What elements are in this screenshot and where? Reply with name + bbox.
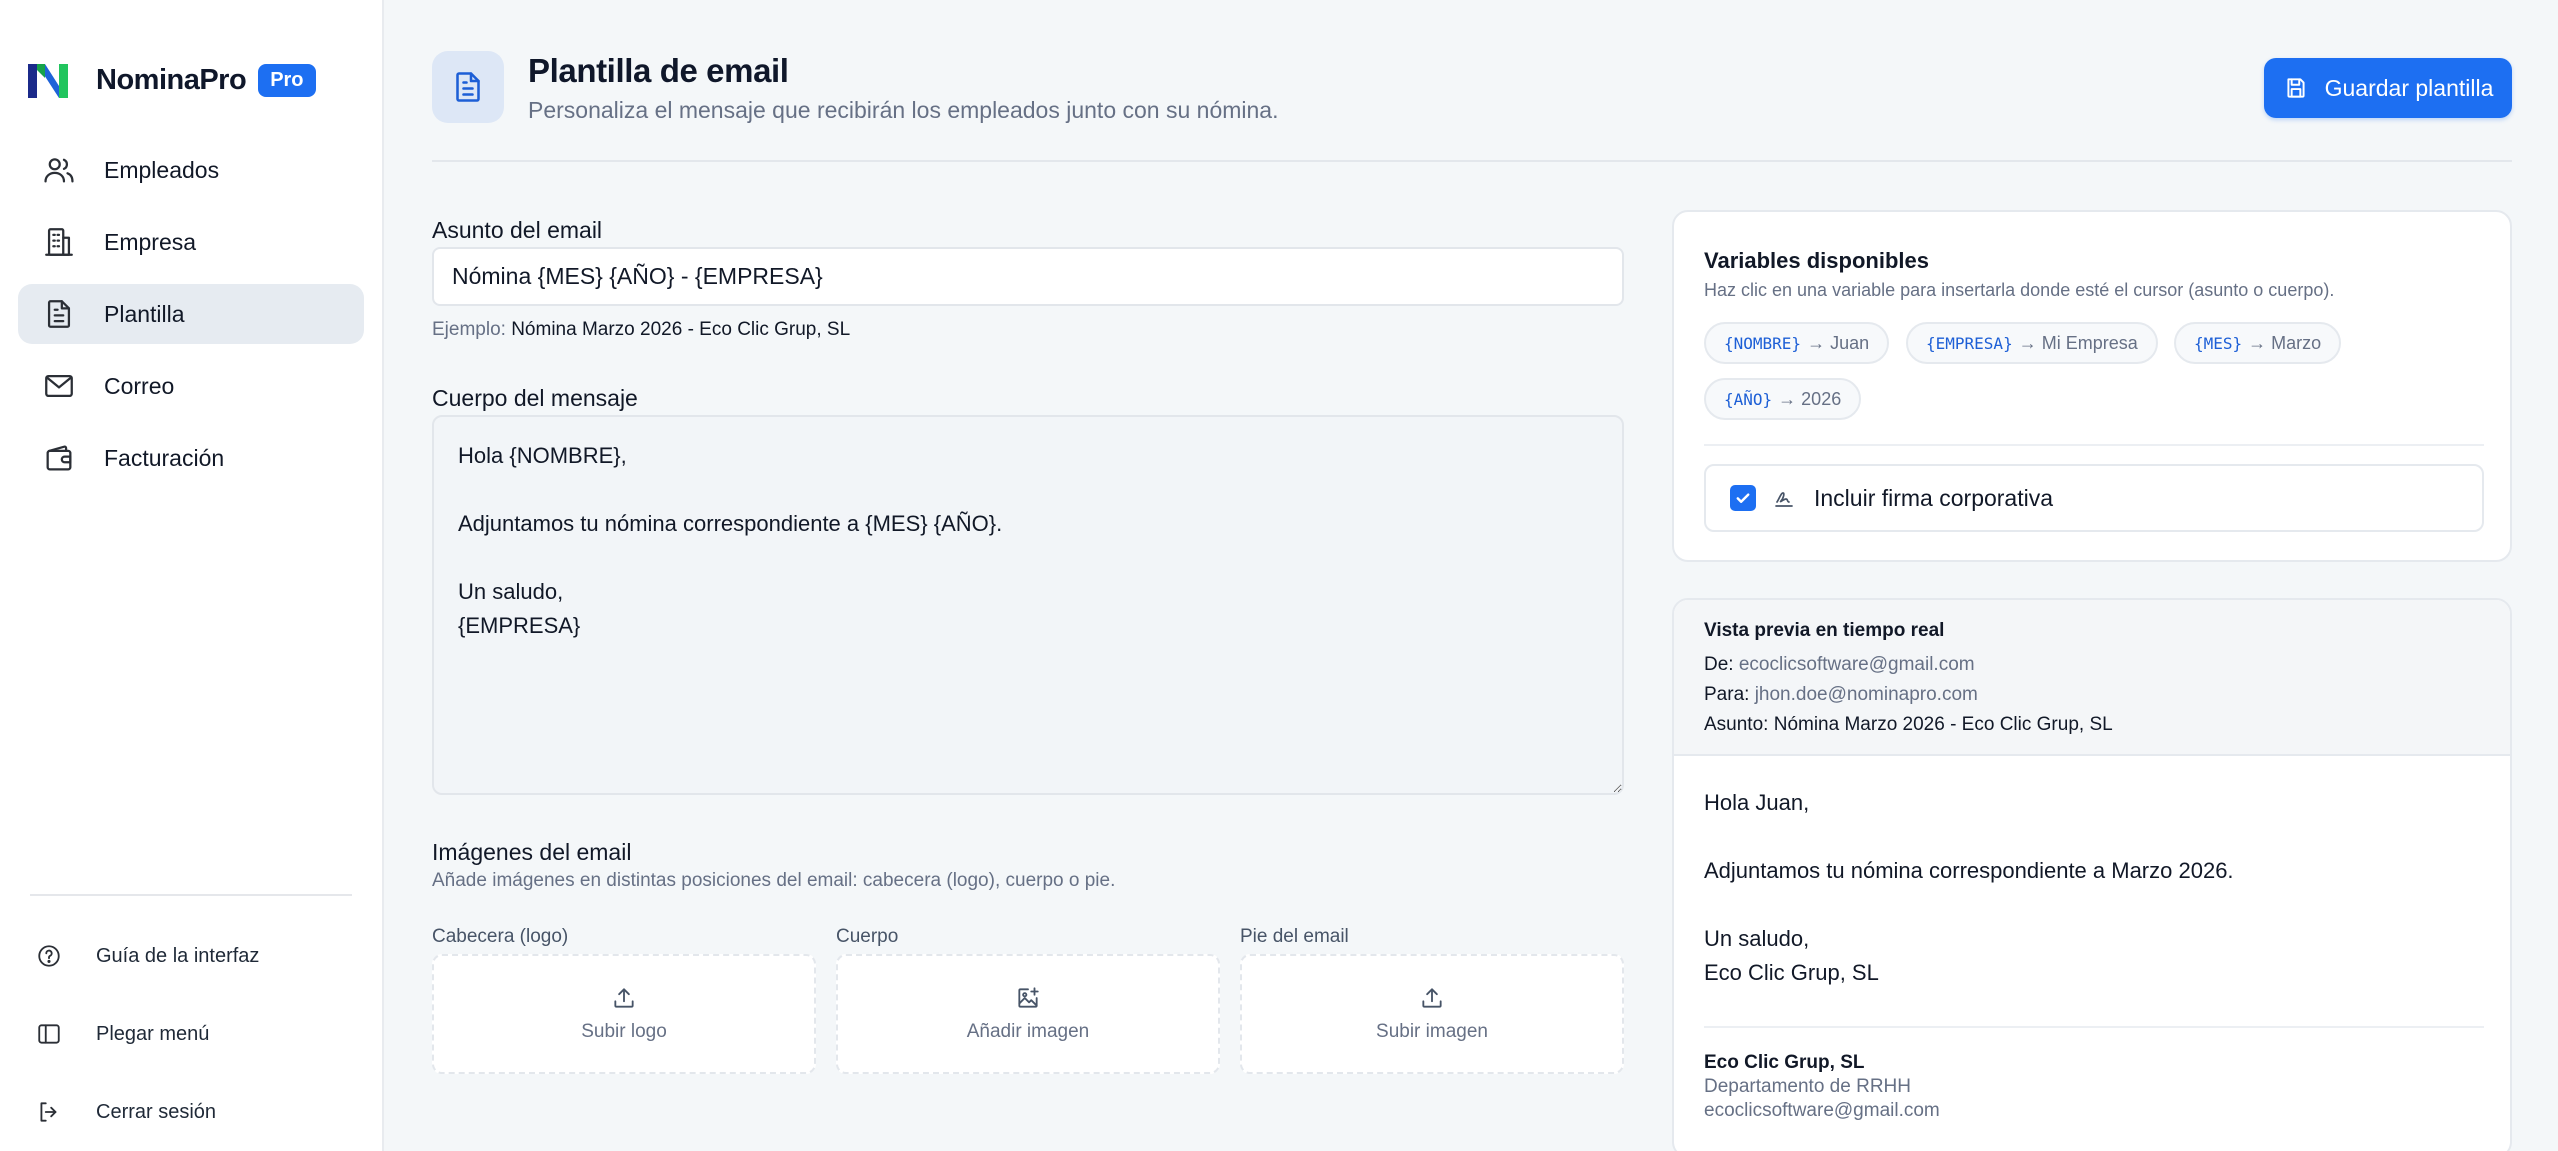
from-label: De: xyxy=(1704,654,1734,675)
brand[interactable]: NominaPro Pro xyxy=(28,56,316,104)
preview-subject: Asunto: Nómina Marzo 2026 - Eco Clic Gru… xyxy=(1704,714,2113,736)
slot-label-header: Cabecera (logo) xyxy=(432,926,569,947)
live-preview-card: Vista previa en tiempo real De: ecoclics… xyxy=(1672,598,2512,1151)
image-plus-icon xyxy=(1018,987,1039,1008)
slot-label-body: Cuerpo xyxy=(836,926,899,947)
logout-icon xyxy=(40,1102,57,1122)
to-label: Para: xyxy=(1704,684,1750,705)
users-icon xyxy=(44,158,74,183)
wallet-icon xyxy=(46,445,72,471)
variables-divider xyxy=(1704,444,2484,446)
sidebar-footer-label: Plegar menú xyxy=(96,1022,210,1045)
variable-example: → Marzo xyxy=(2248,332,2322,353)
images-subtitle: Añade imágenes en distintas posiciones d… xyxy=(432,870,1116,891)
preview-title: Vista previa en tiempo real xyxy=(1704,620,1945,641)
variable-chip-ano[interactable]: {AÑO} → 2026 xyxy=(1704,378,1862,420)
preview-header: Vista previa en tiempo real De: ecoclics… xyxy=(1674,600,2510,756)
signature-checkbox[interactable] xyxy=(1730,485,1756,511)
slot-label-footer: Pie del email xyxy=(1240,926,1349,947)
sidebar-divider xyxy=(30,894,352,896)
sidebar-item-plantilla[interactable]: Plantilla xyxy=(18,284,364,344)
example-value: Nómina Marzo 2026 - Eco Clic Grup, SL xyxy=(511,319,851,340)
upload-icon xyxy=(1422,988,1442,1008)
save-icon xyxy=(2287,78,2305,98)
sidebar-item-correo[interactable]: Correo xyxy=(18,356,364,416)
to-value: jhon.doe@nominapro.com xyxy=(1754,684,1978,705)
variable-example: → Mi Empresa xyxy=(2018,332,2138,353)
header-divider xyxy=(432,160,2512,162)
sidebar-item-label: Plantilla xyxy=(104,300,185,327)
preview-divider xyxy=(1704,1026,2484,1028)
page-subtitle: Personaliza el mensaje que recibirán los… xyxy=(528,97,1279,123)
check-icon xyxy=(1736,493,1750,503)
body-label: Cuerpo del mensaje xyxy=(432,385,638,411)
upload-footer-image-dropzone[interactable]: Subir imagen xyxy=(1240,954,1624,1074)
save-template-button[interactable]: Guardar plantilla xyxy=(2264,58,2512,118)
signature-icon xyxy=(1775,492,1793,507)
variables-subtitle: Haz clic en una variable para insertarla… xyxy=(1704,280,2335,300)
variable-code: {MES} xyxy=(2194,333,2243,353)
variable-example: → 2026 xyxy=(1778,388,1842,409)
sidebar-panel-icon xyxy=(38,1024,60,1044)
subject-example: Ejemplo: Nómina Marzo 2026 - Eco Clic Gr… xyxy=(432,319,850,341)
subject-input[interactable] xyxy=(432,247,1624,306)
preview-signature-email: ecoclicsoftware@gmail.com xyxy=(1704,1100,1940,1121)
slot-action: Subir imagen xyxy=(1376,1021,1488,1042)
sidebar-item-label: Empresa xyxy=(104,228,197,255)
collapse-menu-button[interactable]: Plegar menú xyxy=(36,1014,356,1054)
subject-preview-value: Nómina Marzo 2026 - Eco Clic Grup, SL xyxy=(1773,714,2113,735)
file-text-icon xyxy=(456,72,480,102)
sidebar-footer-label: Guía de la interfaz xyxy=(96,944,260,967)
upload-icon xyxy=(614,988,634,1008)
upload-logo-dropzone[interactable]: Subir logo xyxy=(432,954,816,1074)
variables-title: Variables disponibles xyxy=(1704,248,1929,273)
sidebar-footer-label: Cerrar sesión xyxy=(96,1100,217,1123)
sidebar-item-label: Correo xyxy=(104,372,175,399)
add-body-image-dropzone[interactable]: Añadir imagen xyxy=(836,954,1220,1074)
message-body-textarea[interactable]: Hola {NOMBRE}, Adjuntamos tu nómina corr… xyxy=(432,415,1624,795)
sidebar-item-label: Empleados xyxy=(104,156,220,183)
preview-body: Hola Juan, Adjuntamos tu nómina correspo… xyxy=(1704,790,2234,985)
variable-chip-empresa[interactable]: {EMPRESA} → Mi Empresa xyxy=(1906,322,2158,364)
slot-action: Subir logo xyxy=(581,1021,667,1042)
slot-action: Añadir imagen xyxy=(966,1021,1090,1042)
variable-code: {EMPRESA} xyxy=(1926,333,2013,353)
include-signature-toggle[interactable]: Incluir firma corporativa xyxy=(1704,464,2484,532)
images-title: Imágenes del email xyxy=(432,839,632,865)
subject-label: Asunto del email xyxy=(432,217,603,243)
variable-chip-nombre[interactable]: {NOMBRE} → Juan xyxy=(1704,322,1890,364)
interface-guide-link[interactable]: Guía de la interfaz xyxy=(36,936,356,976)
subject-preview-label: Asunto: xyxy=(1704,714,1769,735)
mail-icon xyxy=(45,374,73,398)
preview-signature-dept: Departamento de RRHH xyxy=(1704,1076,1911,1097)
sidebar-item-facturacion[interactable]: Facturación xyxy=(18,428,364,488)
variable-code: {NOMBRE} xyxy=(1724,333,1802,353)
sidebar-nav: Empleados Empresa Plantilla Correo Factu… xyxy=(18,140,364,500)
plan-badge: Pro xyxy=(258,63,316,97)
preview-from: De: ecoclicsoftware@gmail.com xyxy=(1704,654,1975,676)
variable-code: {AÑO} xyxy=(1724,389,1773,409)
example-prefix: Ejemplo: xyxy=(432,319,506,340)
page-title: Plantilla de email xyxy=(528,52,789,89)
building-icon xyxy=(45,228,73,256)
help-circle-icon xyxy=(38,945,60,967)
brand-name: NominaPro xyxy=(96,63,247,96)
variables-card: Variables disponibles Haz clic en una va… xyxy=(1672,210,2512,562)
sidebar-item-empresa[interactable]: Empresa xyxy=(18,212,364,272)
sidebar-item-label: Facturación xyxy=(104,444,225,471)
signature-label: Incluir firma corporativa xyxy=(1814,484,2054,511)
logout-button[interactable]: Cerrar sesión xyxy=(36,1092,356,1132)
variable-chip-mes[interactable]: {MES} → Marzo xyxy=(2174,322,2342,364)
page-header-icon xyxy=(432,51,504,123)
sidebar: NominaPro Pro Empleados Empresa Plantill… xyxy=(0,0,384,1151)
from-value: ecoclicsoftware@gmail.com xyxy=(1738,654,1975,675)
variable-example: → Juan xyxy=(1807,332,1870,353)
nominapro-logo-icon xyxy=(28,64,68,98)
file-text-icon xyxy=(47,300,71,328)
sidebar-item-empleados[interactable]: Empleados xyxy=(18,140,364,200)
preview-signature-name: Eco Clic Grup, SL xyxy=(1704,1052,1865,1073)
save-template-label: Guardar plantilla xyxy=(2324,74,2494,101)
preview-to: Para: jhon.doe@nominapro.com xyxy=(1704,684,1978,706)
